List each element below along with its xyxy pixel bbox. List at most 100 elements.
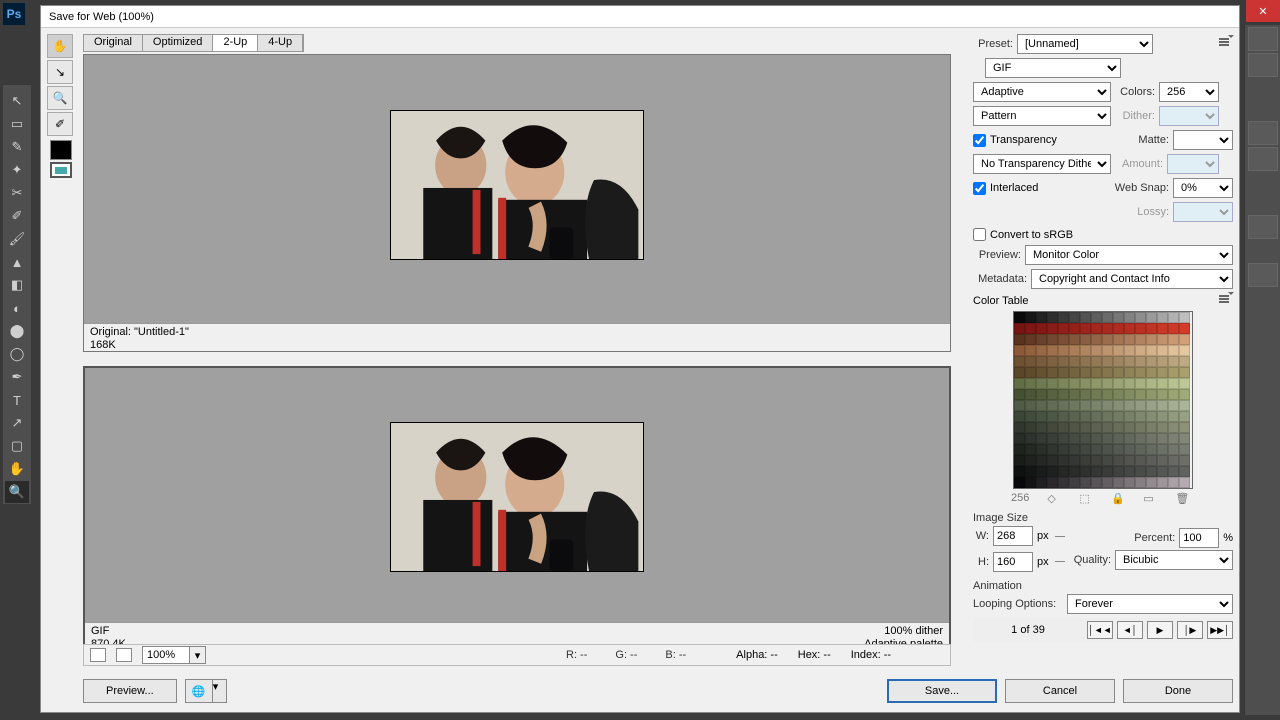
- dither-amount-select: [1159, 106, 1219, 126]
- panel-icon[interactable]: [1248, 53, 1278, 77]
- dodge-tool-icon[interactable]: ◯: [5, 343, 29, 365]
- zoom-level-field[interactable]: 100%: [142, 646, 190, 664]
- metadata-select[interactable]: Copyright and Contact Info: [1031, 269, 1233, 289]
- pen-tool-icon[interactable]: ✒: [5, 366, 29, 388]
- r-readout: R: --: [566, 649, 587, 661]
- looping-select[interactable]: Forever: [1067, 594, 1233, 614]
- original-preview-pane[interactable]: Original: "Untitled-1" 168K: [83, 54, 951, 352]
- color-table-menu-icon[interactable]: [1219, 295, 1233, 307]
- ct-lock-icon[interactable]: 🔒: [1111, 492, 1125, 504]
- photoshop-logo: Ps: [3, 3, 25, 25]
- ct-trash-icon[interactable]: 🗑: [1175, 492, 1189, 504]
- eyedropper-tool-icon[interactable]: ✐: [47, 112, 73, 136]
- prev-frame-button[interactable]: ◄│: [1117, 621, 1143, 639]
- format-select[interactable]: GIF: [985, 58, 1121, 78]
- zoom-tool-icon[interactable]: 🔍: [5, 481, 29, 503]
- wand-tool-icon[interactable]: ✦: [5, 159, 29, 181]
- browser-preview-icon[interactable]: 🌐: [185, 679, 213, 703]
- hex-readout: Hex: --: [798, 649, 831, 661]
- hide-slices-icon[interactable]: [90, 648, 106, 662]
- animation-section: Animation Looping Options: Forever 1 of …: [973, 578, 1233, 642]
- hand-tool-icon[interactable]: ✋: [5, 458, 29, 480]
- matte-label: Matte:: [1129, 134, 1169, 146]
- percent-input[interactable]: [1179, 528, 1219, 548]
- lasso-tool-icon[interactable]: ✎: [5, 136, 29, 158]
- ct-icon[interactable]: ⬚: [1079, 492, 1093, 504]
- path-tool-icon[interactable]: ↗: [5, 412, 29, 434]
- transparency-dither-select[interactable]: No Transparency Dither: [973, 154, 1111, 174]
- dialog-toolbar: ✋ ↘ 🔍 ✐: [47, 34, 75, 180]
- blur-tool-icon[interactable]: ⬤: [5, 320, 29, 342]
- eraser-tool-icon[interactable]: ◧: [5, 274, 29, 296]
- type-tool-icon[interactable]: T: [5, 389, 29, 411]
- play-button[interactable]: ▶: [1147, 621, 1173, 639]
- eyedropper-tool-icon[interactable]: ✐: [5, 205, 29, 227]
- next-frame-button[interactable]: │▶: [1177, 621, 1203, 639]
- brush-tool-icon[interactable]: 🖌: [5, 228, 29, 250]
- color-count-label: 256: [1011, 492, 1029, 504]
- interlaced-checkbox[interactable]: Interlaced: [973, 182, 1038, 195]
- hand-tool-icon[interactable]: ✋: [47, 34, 73, 58]
- ct-icon[interactable]: ◇: [1047, 492, 1061, 504]
- tab-original[interactable]: Original: [84, 35, 143, 51]
- websnap-select[interactable]: 0%: [1173, 178, 1233, 198]
- alpha-readout: Alpha: --: [736, 649, 778, 661]
- panel-icon[interactable]: [1248, 215, 1278, 239]
- crop-tool-icon[interactable]: ✂: [5, 182, 29, 204]
- preset-menu-icon[interactable]: [1219, 38, 1233, 50]
- gradient-tool-icon[interactable]: ◐: [5, 297, 29, 319]
- status-bar: 100% ▾ R: -- G: -- B: -- Alpha: -- Hex: …: [83, 644, 951, 666]
- quality-select[interactable]: Bicubic: [1115, 550, 1233, 570]
- animation-label: Animation: [973, 578, 1233, 594]
- shape-tool-icon[interactable]: ▢: [5, 435, 29, 457]
- panel-icon[interactable]: [1248, 27, 1278, 51]
- view-tabs: Original Optimized 2-Up 4-Up: [83, 34, 304, 52]
- preview-button[interactable]: Preview...: [83, 679, 177, 703]
- lossy-select: [1173, 202, 1233, 222]
- convert-srgb-checkbox[interactable]: Convert to sRGB: [973, 228, 1073, 241]
- browser-dropdown-icon[interactable]: ▾: [213, 679, 227, 703]
- matte-select[interactable]: [1173, 130, 1233, 150]
- constrain-proportions-icon[interactable]: [1055, 536, 1065, 562]
- stamp-tool-icon[interactable]: ▲: [5, 251, 29, 273]
- window-close-button[interactable]: ✕: [1246, 0, 1280, 22]
- show-slices-icon[interactable]: [116, 648, 132, 662]
- zoom-tool-icon[interactable]: 🔍: [47, 86, 73, 110]
- panel-icon[interactable]: [1248, 121, 1278, 145]
- colors-select[interactable]: 256: [1159, 82, 1219, 102]
- marquee-tool-icon[interactable]: ▭: [5, 113, 29, 135]
- b-readout: B: --: [665, 649, 686, 661]
- zoom-dropdown-icon[interactable]: ▾: [190, 646, 206, 664]
- height-input[interactable]: [993, 552, 1033, 572]
- panel-icon[interactable]: [1248, 147, 1278, 171]
- eyedropper-color-swatch[interactable]: [50, 140, 72, 160]
- tab-4up[interactable]: 4-Up: [258, 35, 303, 51]
- index-readout: Index: --: [851, 649, 891, 661]
- preview-label: Preview:: [973, 249, 1021, 261]
- optimized-preview-pane[interactable]: GIF 870.4K 158 sec @ 56.6 Kbps 100% dith…: [83, 366, 951, 664]
- panel-icon[interactable]: [1248, 263, 1278, 287]
- pct-label: %: [1223, 532, 1233, 544]
- original-size-label: 168K: [90, 339, 189, 352]
- slice-select-tool-icon[interactable]: ↘: [47, 60, 73, 84]
- first-frame-button[interactable]: │◄◄: [1087, 621, 1113, 639]
- width-input[interactable]: [993, 526, 1033, 546]
- preview-select[interactable]: Monitor Color: [1025, 245, 1233, 265]
- dither-method-select[interactable]: Pattern: [973, 106, 1111, 126]
- ct-new-icon[interactable]: ▭: [1143, 492, 1157, 504]
- last-frame-button[interactable]: ▶▶│: [1207, 621, 1233, 639]
- slice-visibility-toggle[interactable]: [50, 162, 72, 178]
- tab-optimized[interactable]: Optimized: [143, 35, 214, 51]
- preset-select[interactable]: [Unnamed]: [1017, 34, 1153, 54]
- height-label: H:: [973, 556, 989, 568]
- color-reduction-select[interactable]: Adaptive: [973, 82, 1111, 102]
- g-readout: G: --: [615, 649, 637, 661]
- move-tool-icon[interactable]: ↖: [5, 90, 29, 112]
- image-size-label: Image Size: [973, 510, 1233, 526]
- original-name-label: Original: "Untitled-1": [90, 326, 189, 339]
- color-table-grid[interactable]: [1013, 311, 1193, 489]
- photoshop-right-panels: [1244, 25, 1280, 715]
- optimized-preview-thumbnail: [390, 422, 644, 572]
- transparency-checkbox[interactable]: Transparency: [973, 134, 1057, 147]
- tab-2up[interactable]: 2-Up: [213, 35, 258, 51]
